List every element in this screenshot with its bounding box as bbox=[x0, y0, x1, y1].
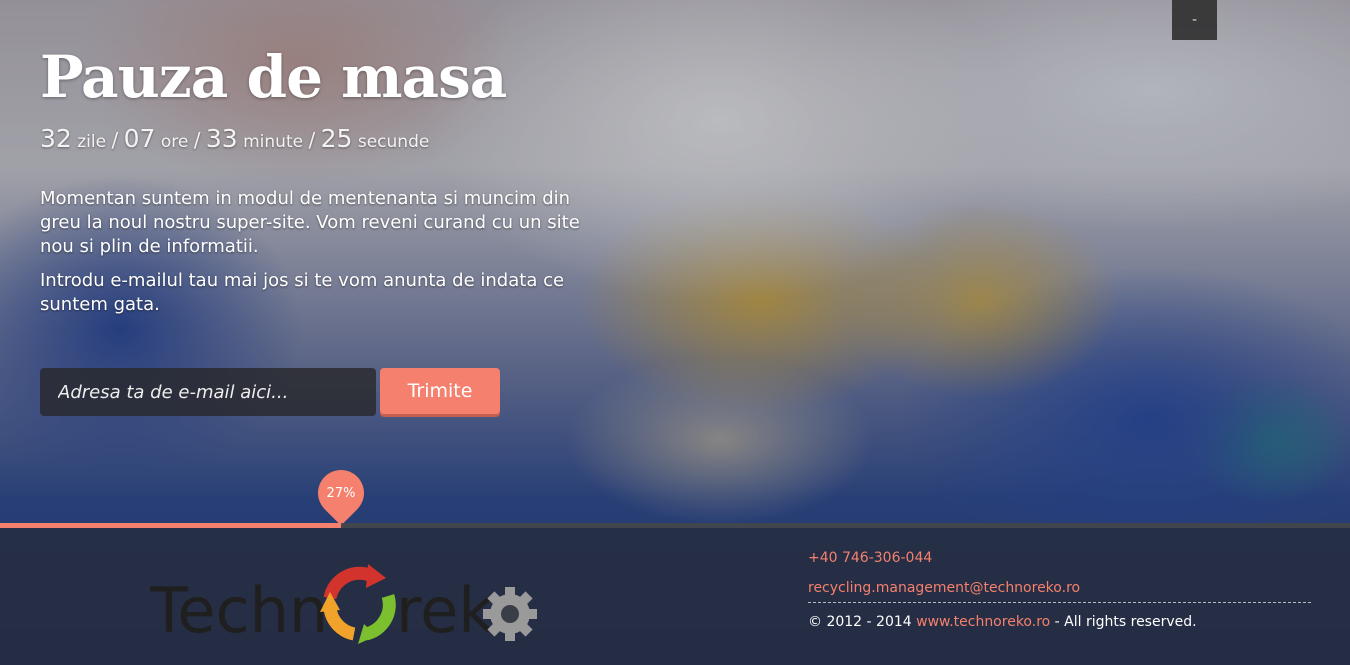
countdown-minutes-label: minute bbox=[243, 132, 304, 152]
email-input[interactable] bbox=[40, 368, 376, 416]
svg-text:Techn: Techn bbox=[150, 574, 328, 646]
countdown: 32 zile / 07 ore / 33 minute / 25 secund… bbox=[40, 124, 620, 153]
copyright-suffix: - All rights reserved. bbox=[1054, 614, 1197, 630]
page-title: Pauza de masa bbox=[40, 43, 507, 111]
countdown-minutes: 33 bbox=[205, 124, 238, 153]
gear-icon bbox=[483, 587, 537, 641]
technoreko-logo[interactable]: Techn rek bbox=[149, 546, 540, 647]
submit-button[interactable]: Trimite bbox=[380, 368, 500, 414]
recycle-arrows-icon bbox=[320, 564, 396, 644]
countdown-hours: 07 bbox=[123, 124, 156, 153]
maintenance-message: Momentan suntem in modul de mentenanta s… bbox=[40, 188, 580, 257]
countdown-seconds-label: secunde bbox=[357, 132, 430, 152]
subscribe-form: Trimite bbox=[40, 368, 500, 416]
copyright-prefix: © 2012 - 2014 bbox=[808, 614, 912, 630]
countdown-seconds: 25 bbox=[320, 124, 353, 153]
logo-graphic: Techn rek bbox=[149, 564, 537, 647]
phone-link[interactable]: +40 746-306-044 bbox=[808, 550, 1311, 570]
footer: Techn rek +40 746-306-044 recycling.mana… bbox=[0, 528, 1350, 665]
svg-text:rek: rek bbox=[396, 574, 494, 646]
subscribe-message: Introdu e-mailul tau mai jos si te vom a… bbox=[40, 270, 565, 315]
website-link[interactable]: www.technoreko.ro bbox=[916, 614, 1050, 630]
countdown-days-label: zile bbox=[77, 132, 107, 152]
countdown-days: 32 bbox=[40, 124, 72, 153]
countdown-separator: / bbox=[111, 128, 119, 152]
collapse-button[interactable]: - bbox=[1172, 0, 1217, 40]
maintenance-content: Pauza de masa 32 zile / 07 ore / 33 minu… bbox=[40, 40, 620, 317]
email-link[interactable]: recycling.management@technoreko.ro bbox=[808, 580, 1311, 603]
contact-info: +40 746-306-044 recycling.management@tec… bbox=[808, 550, 1311, 630]
countdown-separator: / bbox=[193, 128, 201, 152]
countdown-hours-label: ore bbox=[160, 132, 189, 152]
progress-percent: 27% bbox=[326, 485, 356, 501]
copyright: © 2012 - 2014 www.technoreko.ro - All ri… bbox=[808, 614, 1311, 630]
countdown-separator: / bbox=[308, 128, 316, 152]
